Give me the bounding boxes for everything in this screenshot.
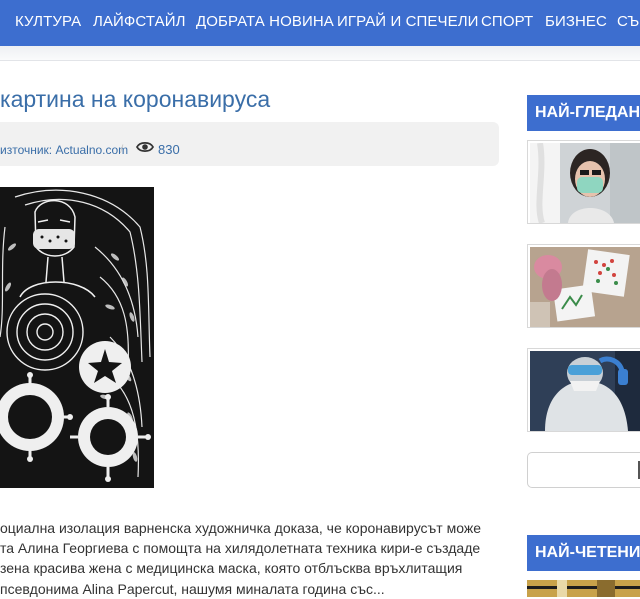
views-count: 830 — [158, 142, 180, 157]
nav-item-culture[interactable]: КУЛТУРА — [15, 13, 81, 30]
article-title: картина на коронавируса — [0, 86, 271, 112]
eye-icon — [136, 141, 154, 153]
protective-suit-thumbnail[interactable] — [527, 348, 640, 432]
child-drawing-thumbnail[interactable] — [527, 244, 640, 328]
nav-item-play-win[interactable]: ИГРАЙ И СПЕЧЕЛИ — [337, 13, 479, 30]
meta-separator: / — [120, 142, 124, 156]
woman-mask-thumbnail[interactable] — [527, 140, 640, 224]
most-viewed-heading-label: НАЙ-ГЛЕДАНИ — [535, 104, 640, 121]
excerpt-line: оциална изолация варненска художничка до… — [0, 520, 481, 536]
papercut-artwork-image[interactable] — [0, 187, 154, 488]
excerpt-line: псевдонима Alina Papercut, нашумя минала… — [0, 580, 385, 597]
most-read-thumbnail[interactable] — [527, 580, 640, 597]
article-meta-bar: източник: Actualno.com / 830 — [0, 122, 499, 166]
nav-shadow — [0, 46, 640, 60]
top-navigation: КУЛТУРА ЛАЙФСТАЙЛ ДОБРАТА НОВИНА ИГРАЙ И… — [0, 0, 640, 46]
most-read-heading: НАЙ-ЧЕТЕНИ — [527, 535, 640, 571]
most-read-heading-label: НАЙ-ЧЕТЕНИ — [535, 544, 640, 561]
excerpt-line: зена красива жена с медицинска маска, ко… — [0, 560, 463, 577]
nav-item-good-news[interactable]: ДОБРАТА НОВИНА — [196, 13, 334, 30]
article-excerpt: оциална изолация варненска художничка до… — [0, 518, 500, 599]
source-link[interactable]: източник: Actualno.com — [0, 143, 128, 157]
divider — [0, 60, 640, 61]
nav-item-business[interactable]: БИЗНЕС — [545, 13, 607, 30]
sidebar-search-box[interactable] — [527, 452, 640, 488]
nav-item-sport[interactable]: СПОРТ — [481, 13, 533, 30]
nav-item-more[interactable]: СЪ — [617, 13, 639, 30]
nav-item-lifestyle[interactable]: ЛАЙФСТАЙЛ — [93, 13, 186, 30]
excerpt-line: та Алина Георгиева с помощта на хилядоле… — [0, 540, 481, 557]
most-viewed-heading: НАЙ-ГЛЕДАНИ — [527, 95, 640, 131]
